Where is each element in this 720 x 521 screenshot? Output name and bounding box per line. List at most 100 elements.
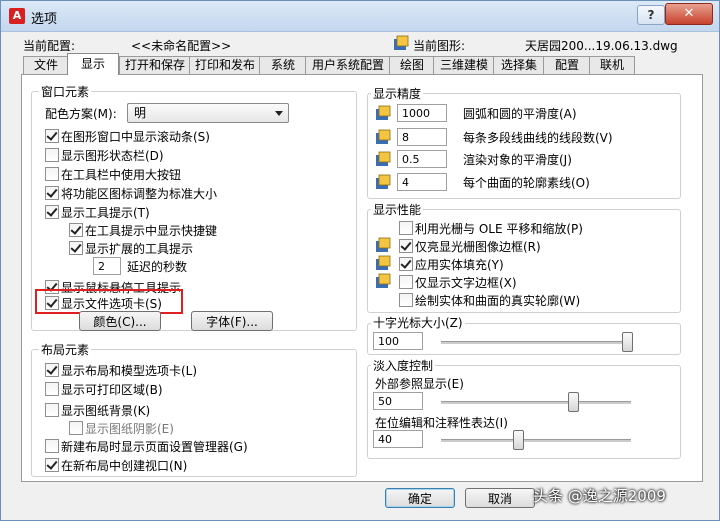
- checkbox-tooltips[interactable]: [45, 205, 59, 219]
- layout-elements-title: 布局元素: [39, 341, 92, 358]
- label-solid-fill: 应用实体填充(Y): [415, 258, 504, 272]
- display-resolution-title: 显示精度: [371, 85, 424, 102]
- chevron-down-icon: [275, 111, 283, 116]
- label-page-setup-manager: 新建布局时显示页面设置管理器(G): [61, 440, 248, 454]
- checkbox-text-frame[interactable]: [399, 275, 413, 289]
- xref-fade-input[interactable]: 50: [373, 392, 423, 410]
- label-text-frame: 仅显示文字边框(X): [415, 276, 517, 290]
- xref-fade-slider[interactable]: [441, 401, 631, 405]
- tab-display[interactable]: 显示: [67, 53, 119, 75]
- checkbox-ribbon-icons[interactable]: [45, 186, 59, 200]
- color-scheme-value: 明: [134, 106, 147, 120]
- inplace-fade-label: 在位编辑和注释性表达(I): [375, 416, 508, 430]
- window-elements-title: 窗口元素: [39, 83, 92, 100]
- label-scrollbars: 在图形窗口中显示滚动条(S): [61, 130, 210, 144]
- tab-system[interactable]: 系统: [259, 56, 307, 74]
- drawing-saved-icon: [376, 174, 391, 189]
- checkbox-scrollbars[interactable]: [45, 129, 59, 143]
- label-paper-shadow: 显示图纸阴影(E): [85, 422, 174, 436]
- checkbox-status-bar[interactable]: [45, 148, 59, 162]
- checkbox-paper-background[interactable]: [45, 403, 59, 417]
- label-true-silhouettes: 绘制实体和曲面的真实轮廓(W): [415, 294, 581, 308]
- tab-user-preferences[interactable]: 用户系统配置: [305, 56, 391, 74]
- options-dialog: A 选项 ? ✕ 当前配置: <<未命名配置>> 当前图形: 天居园200...…: [0, 0, 720, 521]
- drawing-saved-icon: [376, 105, 391, 120]
- label-tooltip-shortcuts: 在工具提示中显示快捷键: [85, 224, 218, 238]
- drawing-saved-icon: [376, 255, 391, 270]
- polyline-segments-label: 每条多段线曲线的线段数(V): [463, 131, 613, 145]
- delay-seconds-label: 延迟的秒数: [127, 260, 188, 274]
- checkbox-printable-area[interactable]: [45, 382, 59, 396]
- xref-fade-slider-thumb[interactable]: [567, 392, 579, 412]
- checkbox-solid-fill[interactable]: [399, 257, 413, 271]
- checkbox-extended-tooltips[interactable]: [69, 241, 83, 255]
- display-performance-title: 显示性能: [371, 201, 424, 218]
- drawing-saved-icon: [376, 151, 391, 166]
- crosshair-size-slider-thumb[interactable]: [622, 332, 633, 352]
- label-raster-ole-pan: 利用光栅与 OLE 平移和缩放(P): [415, 222, 583, 236]
- color-scheme-label: 配色方案(M):: [45, 107, 117, 121]
- label-ribbon-icons: 将功能区图标调整为标准大小: [61, 187, 218, 201]
- checkbox-tooltip-shortcuts[interactable]: [69, 223, 83, 237]
- drawing-saved-icon: [376, 273, 391, 288]
- crosshair-size-input[interactable]: 100: [373, 332, 423, 350]
- crosshair-size-title: 十字光标大小(Z): [371, 314, 465, 331]
- tab-drafting[interactable]: 绘图: [389, 56, 435, 74]
- tab-files[interactable]: 文件: [23, 56, 69, 74]
- drawing-saved-icon: [376, 237, 391, 252]
- checkbox-true-silhouettes[interactable]: [399, 293, 413, 307]
- inplace-fade-slider[interactable]: [441, 439, 631, 443]
- drawing-file-icon: [394, 35, 409, 50]
- label-paper-background: 显示图纸背景(K): [61, 404, 151, 418]
- render-smoothness-input[interactable]: 0.5: [397, 150, 447, 168]
- autocad-logo-icon: A: [9, 8, 25, 24]
- inplace-fade-input[interactable]: 40: [373, 430, 423, 448]
- drawing-saved-icon: [376, 129, 391, 144]
- current-profile-value: <<未命名配置>>: [131, 39, 232, 53]
- current-drawing-label: 当前图形:: [413, 39, 466, 53]
- current-drawing-value: 天居园200...19.06.13.dwg: [525, 39, 678, 53]
- arc-smoothness-label: 圆弧和圆的平滑度(A): [463, 107, 577, 121]
- checkbox-paper-shadow[interactable]: [69, 421, 83, 435]
- fonts-button[interactable]: 字体(F)...: [191, 311, 273, 331]
- label-extended-tooltips: 显示扩展的工具提示: [85, 242, 194, 256]
- xref-fade-label: 外部参照显示(E): [375, 377, 464, 391]
- colors-button[interactable]: 颜色(C)...: [79, 311, 161, 331]
- tab-open-save[interactable]: 打开和保存: [119, 56, 191, 74]
- current-profile-label: 当前配置:: [23, 39, 76, 53]
- crosshair-size-slider[interactable]: [441, 341, 631, 345]
- checkbox-create-viewport[interactable]: [45, 458, 59, 472]
- cancel-button[interactable]: 取消: [465, 488, 535, 508]
- delay-seconds-input[interactable]: 2: [93, 257, 121, 275]
- window-title: 选项: [31, 12, 58, 27]
- label-create-viewport: 在新布局中创建视口(N): [61, 459, 188, 473]
- tab-selection[interactable]: 选择集: [493, 56, 545, 74]
- polyline-segments-input[interactable]: 8: [397, 128, 447, 146]
- render-smoothness-label: 渲染对象的平滑度(J): [463, 153, 572, 167]
- contour-lines-label: 每个曲面的轮廓素线(O): [463, 176, 590, 190]
- checkbox-raster-frame[interactable]: [399, 239, 413, 253]
- checkbox-layout-tabs[interactable]: [45, 363, 59, 377]
- label-raster-frame: 仅亮显光栅图像边框(R): [415, 240, 541, 254]
- tab-plot-publish[interactable]: 打印和发布: [189, 56, 261, 74]
- label-status-bar: 显示图形状态栏(D): [61, 149, 164, 163]
- label-tooltips: 显示工具提示(T): [61, 206, 150, 220]
- checkbox-page-setup-manager[interactable]: [45, 439, 59, 453]
- contour-lines-input[interactable]: 4: [397, 173, 447, 191]
- tab-3d-modeling[interactable]: 三维建模: [433, 56, 495, 74]
- fade-control-title: 淡入度控制: [371, 357, 436, 374]
- arc-smoothness-input[interactable]: 1000: [397, 104, 447, 122]
- tab-online[interactable]: 联机: [589, 56, 635, 74]
- watermark-text: 头条 @逸之源2009: [533, 487, 666, 505]
- title-bar[interactable]: A 选项 ? ✕: [1, 1, 719, 32]
- help-button[interactable]: ?: [637, 5, 665, 25]
- checkbox-large-buttons[interactable]: [45, 167, 59, 181]
- label-layout-tabs: 显示布局和模型选项卡(L): [61, 364, 198, 378]
- color-scheme-dropdown[interactable]: 明: [127, 103, 289, 123]
- checkbox-raster-ole-pan[interactable]: [399, 221, 413, 235]
- label-printable-area: 显示可打印区域(B): [61, 383, 163, 397]
- tab-profiles[interactable]: 配置: [543, 56, 591, 74]
- inplace-fade-slider-thumb[interactable]: [513, 430, 525, 450]
- close-button[interactable]: ✕: [665, 3, 713, 25]
- ok-button[interactable]: 确定: [385, 488, 455, 508]
